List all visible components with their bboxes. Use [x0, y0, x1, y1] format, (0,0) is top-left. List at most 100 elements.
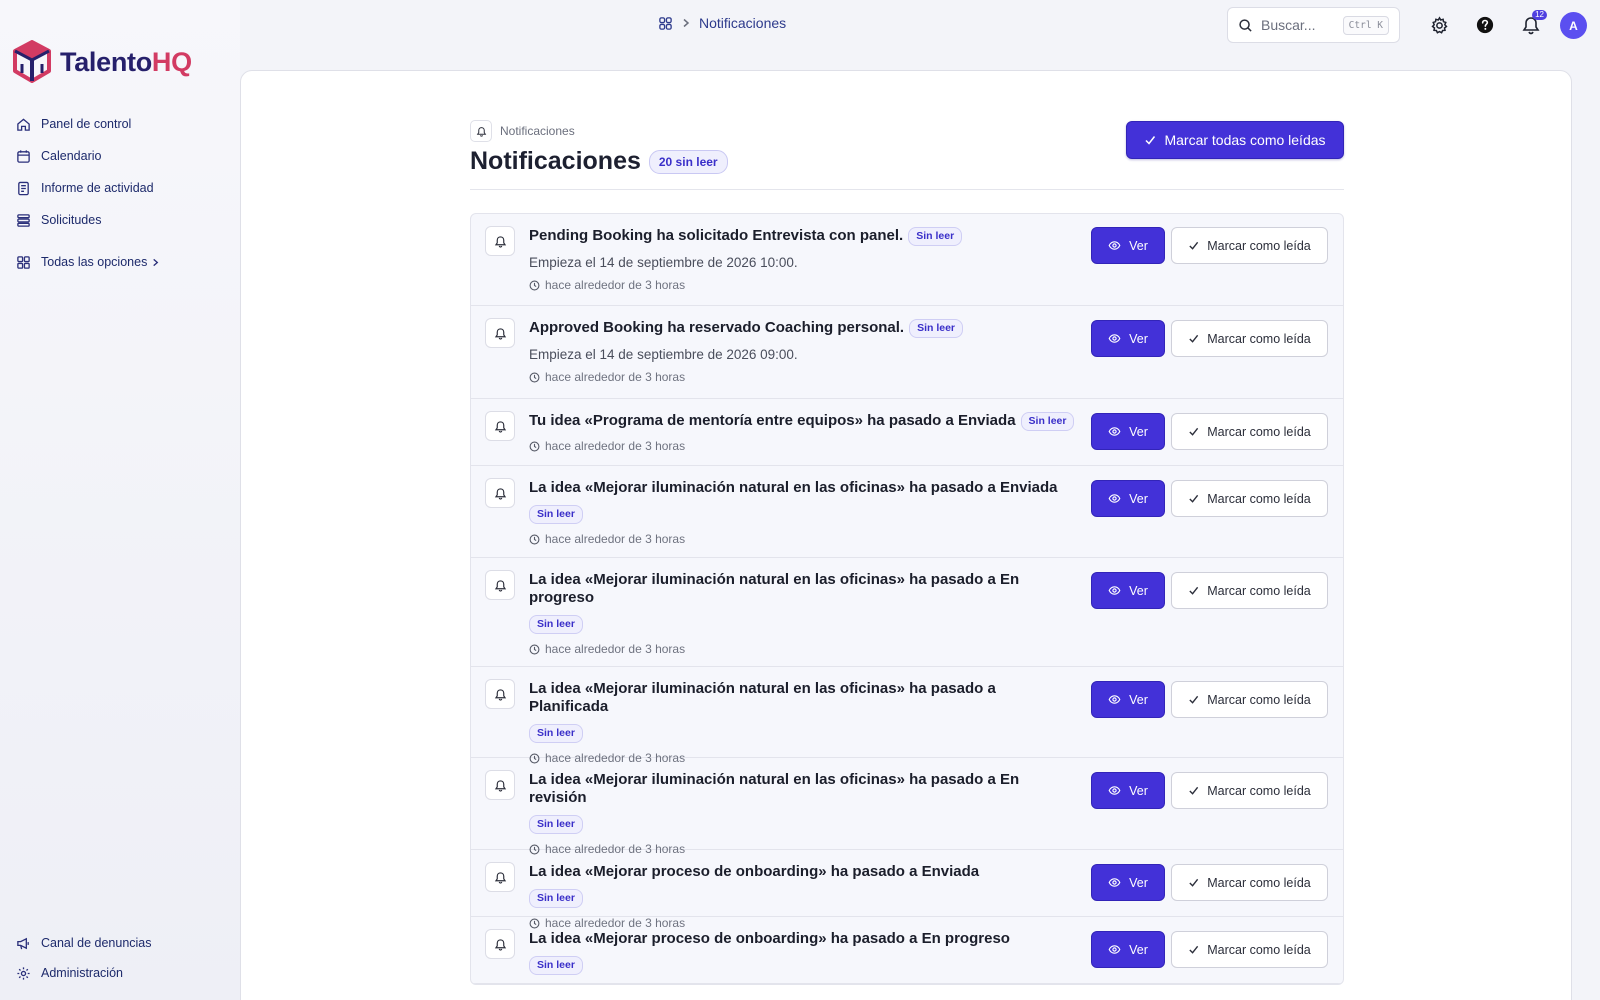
mark-read-button[interactable]: Marcar como leída — [1171, 480, 1328, 517]
view-button[interactable]: Ver — [1091, 572, 1165, 609]
page-title: Notificaciones — [470, 147, 641, 175]
view-button-label: Ver — [1129, 692, 1148, 707]
check-icon — [1188, 493, 1199, 504]
clock-icon — [529, 985, 540, 986]
brand-name: TalentoHQ — [60, 46, 192, 77]
gear-icon — [1430, 15, 1448, 34]
sidebar-item-whistleblower[interactable]: Canal de denuncias — [16, 928, 152, 958]
sidebar-item-label: Panel de control — [41, 117, 132, 131]
sidebar-item-activity-report[interactable]: Informe de actividad — [16, 172, 160, 204]
notification-list: Pending Booking ha solicitado Entrevista… — [470, 213, 1344, 985]
mark-read-button[interactable]: Marcar como leída — [1171, 320, 1328, 357]
view-button[interactable]: Ver — [1091, 227, 1165, 264]
bell-icon — [485, 570, 515, 600]
mark-read-button[interactable]: Marcar como leída — [1171, 931, 1328, 968]
view-button[interactable]: Ver — [1091, 413, 1165, 450]
notifications-button[interactable]: 12 — [1520, 10, 1547, 36]
breadcrumb-current[interactable]: Notificaciones — [699, 15, 786, 31]
view-button-label: Ver — [1129, 875, 1148, 890]
check-icon — [1188, 240, 1199, 251]
grid-icon[interactable] — [658, 16, 673, 31]
view-button[interactable]: Ver — [1091, 320, 1165, 357]
logo[interactable]: TalentoHQ — [12, 40, 192, 84]
help-icon — [1476, 16, 1494, 34]
view-button-label: Ver — [1129, 238, 1148, 253]
bell-icon — [485, 411, 515, 441]
unread-tag: Sin leer — [529, 815, 583, 834]
chevron-right-icon — [683, 18, 690, 28]
calendar-icon — [17, 149, 30, 163]
unread-tag: Sin leer — [529, 724, 583, 743]
notification-title: La idea «Mejorar iluminación natural en … — [529, 479, 1058, 496]
sidebar-item-all-options[interactable]: Todas las opciones — [16, 246, 160, 278]
mark-read-button-label: Marcar como leída — [1207, 583, 1311, 598]
main-panel: Notificaciones Notificaciones 20 sin lee… — [240, 70, 1572, 1000]
view-button-label: Ver — [1129, 424, 1148, 439]
view-button-label: Ver — [1129, 331, 1148, 346]
clock-icon — [529, 372, 540, 383]
check-icon — [1145, 136, 1156, 145]
eye-icon — [1108, 584, 1121, 597]
notification-time: hace alrededor de 3 horas — [529, 370, 1329, 384]
search-placeholder: Buscar... — [1261, 17, 1316, 33]
check-icon — [1188, 585, 1199, 596]
mark-all-read-button[interactable]: Marcar todas como leídas — [1126, 121, 1344, 159]
notification-item: La idea «Mejorar iluminación natural en … — [471, 558, 1343, 667]
notification-item: Pending Booking ha solicitado Entrevista… — [471, 214, 1343, 306]
bell-icon — [485, 862, 515, 892]
search-input[interactable]: Buscar... Ctrl K — [1227, 7, 1400, 43]
help-button[interactable] — [1474, 14, 1496, 36]
sidebar-item-admin[interactable]: Administración — [16, 958, 152, 988]
view-button[interactable]: Ver — [1091, 772, 1165, 809]
sidebar-item-label: Administración — [41, 966, 123, 980]
report-icon — [18, 181, 29, 195]
notification-title: La idea «Mejorar proceso de onboarding» … — [529, 863, 980, 880]
cube-logo-icon — [13, 40, 51, 83]
view-button[interactable]: Ver — [1091, 931, 1165, 968]
sidebar: TalentoHQ Panel de control Calendario In… — [0, 0, 240, 1000]
mark-read-button[interactable]: Marcar como leída — [1171, 772, 1328, 809]
sidebar-bottom-nav: Canal de denuncias Administración — [16, 928, 152, 988]
notification-item: La idea «Mejorar proceso de onboarding» … — [471, 850, 1343, 930]
sidebar-item-requests[interactable]: Solicitudes — [16, 204, 160, 236]
view-button[interactable]: Ver — [1091, 480, 1165, 517]
bell-icon — [485, 770, 515, 800]
mark-read-button[interactable]: Marcar como leída — [1171, 572, 1328, 609]
sidebar-item-dashboard[interactable]: Panel de control — [16, 108, 160, 140]
eye-icon — [1108, 693, 1121, 706]
unread-count-badge: 20 sin leer — [648, 149, 728, 174]
avatar[interactable]: A — [1560, 12, 1587, 39]
sidebar-item-calendar[interactable]: Calendario — [16, 140, 160, 172]
notification-title: La idea «Mejorar iluminación natural en … — [529, 571, 1020, 606]
mark-read-button[interactable]: Marcar como leída — [1171, 413, 1328, 450]
mark-read-button[interactable]: Marcar como leída — [1171, 864, 1328, 901]
unread-tag: Sin leer — [529, 505, 583, 524]
clock-icon — [529, 441, 540, 452]
check-icon — [1188, 785, 1199, 796]
notification-time: hace alrededor de 3 horas — [529, 278, 1329, 292]
chevron-right-icon — [153, 258, 159, 266]
notification-time-label: hace alrededor de 3 horas — [545, 642, 686, 656]
mark-read-button[interactable]: Marcar como leída — [1171, 681, 1328, 718]
breadcrumb: Notificaciones — [658, 15, 786, 31]
mark-read-button-label: Marcar como leída — [1207, 331, 1311, 346]
notification-time: hace alrededor de 3 horas — [529, 532, 1329, 546]
eye-icon — [1108, 943, 1121, 956]
settings-button[interactable] — [1428, 14, 1450, 36]
mark-read-button[interactable]: Marcar como leída — [1171, 227, 1328, 264]
bell-icon — [485, 679, 515, 709]
eye-icon — [1108, 784, 1121, 797]
notification-time-label: hace alrededor de 3 horas — [545, 983, 685, 984]
mark-read-button-label: Marcar como leída — [1207, 238, 1311, 253]
eye-icon — [1108, 876, 1121, 889]
view-button-label: Ver — [1129, 942, 1148, 957]
unread-tag: Sin leer — [529, 956, 583, 975]
view-button[interactable]: Ver — [1091, 864, 1165, 901]
notification-title: La idea «Mejorar iluminación natural en … — [529, 680, 996, 715]
clock-icon — [529, 280, 540, 291]
view-button-label: Ver — [1129, 491, 1148, 506]
page-crumb-label: Notificaciones — [500, 124, 575, 138]
notification-title: Tu idea «Programa de mentoría entre equi… — [529, 412, 1016, 429]
view-button[interactable]: Ver — [1091, 681, 1165, 718]
notification-time-label: hace alrededor de 3 horas — [545, 439, 686, 453]
